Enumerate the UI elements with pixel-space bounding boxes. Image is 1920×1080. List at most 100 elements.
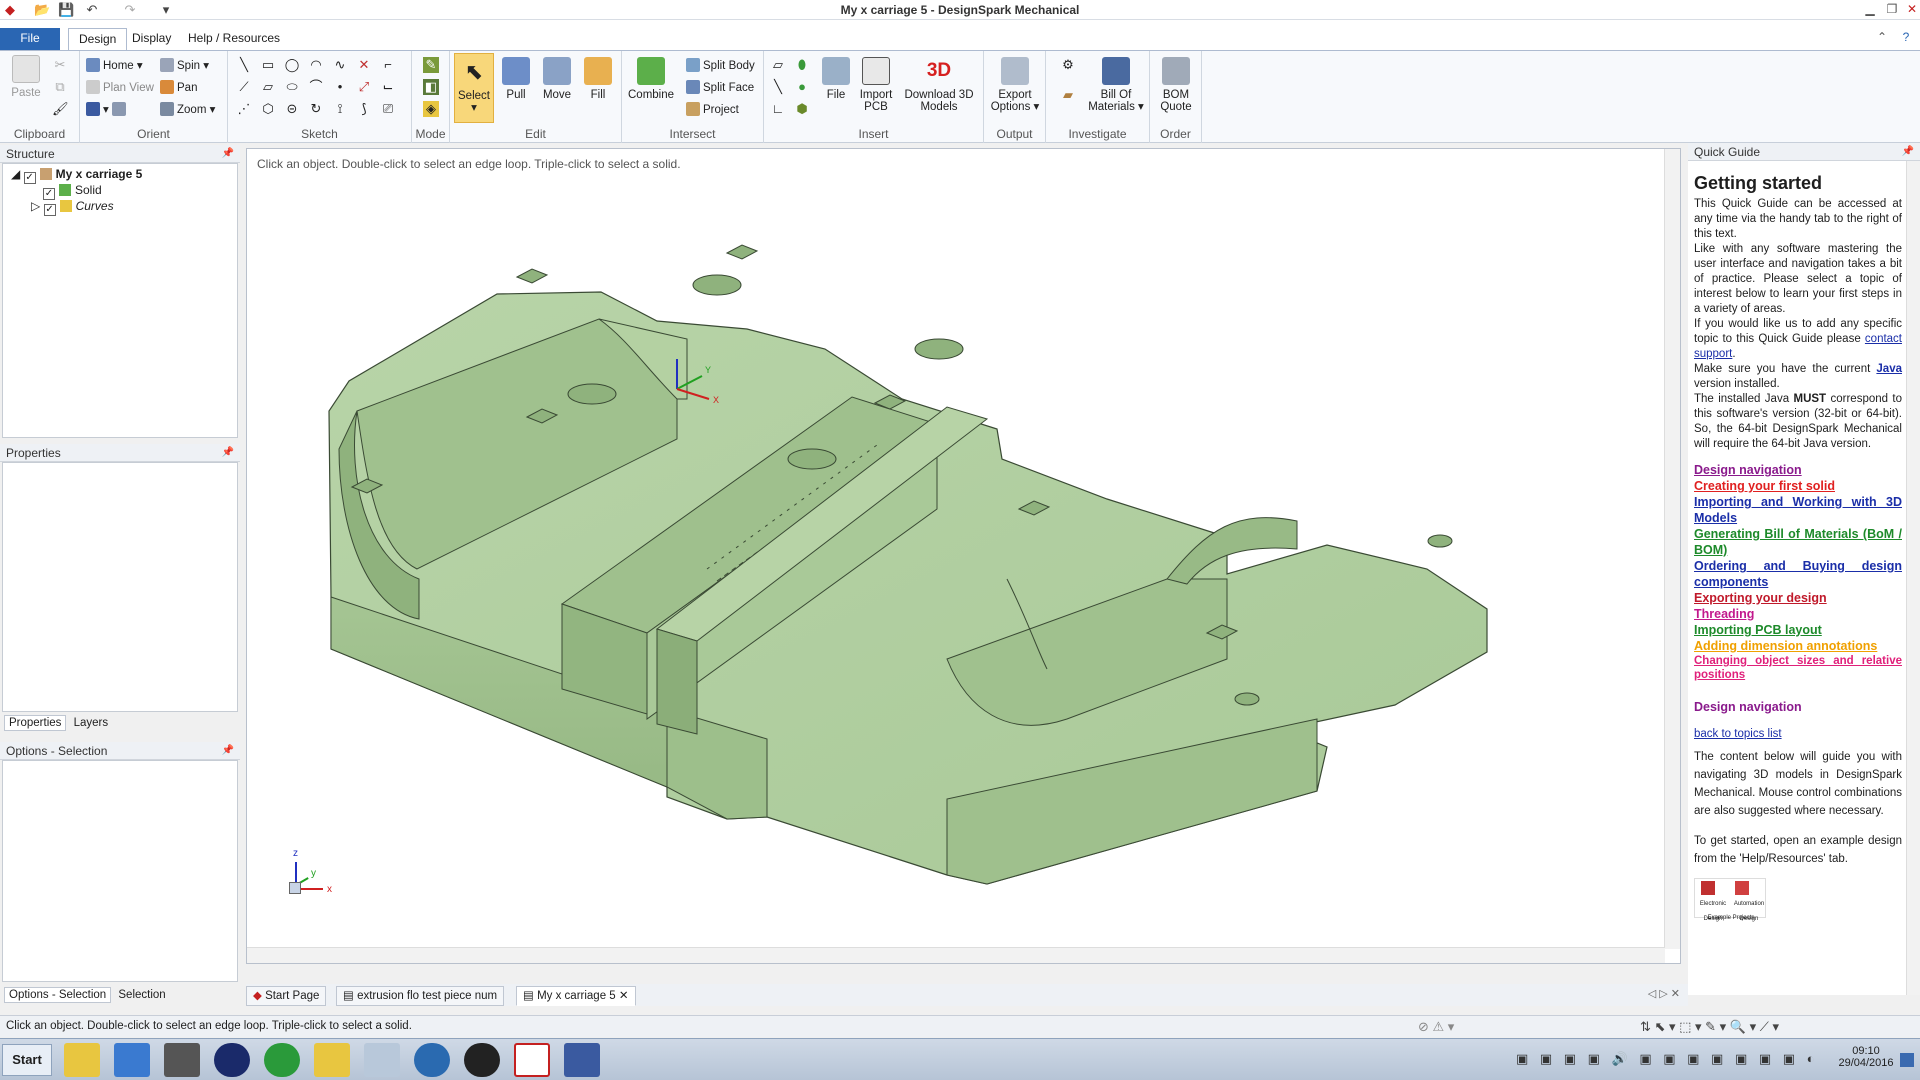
- topic-link[interactable]: Adding dimension annotations: [1694, 638, 1902, 654]
- plan-view-button[interactable]: Plan View: [86, 79, 154, 97]
- three-point-arc-icon[interactable]: ⌒: [308, 79, 324, 95]
- topic-link[interactable]: Creating your first solid: [1694, 478, 1902, 494]
- section-mode-icon[interactable]: ◧: [423, 79, 439, 95]
- word-taskbar-icon[interactable]: [564, 1043, 600, 1077]
- combine-button[interactable]: Combine: [628, 57, 674, 101]
- bend-icon[interactable]: ⟆: [356, 101, 372, 117]
- topic-link[interactable]: Generating Bill of Materials (BoM / BOM): [1694, 526, 1902, 558]
- pin-icon[interactable]: 📌: [222, 742, 234, 760]
- insert-file-button[interactable]: File: [818, 57, 854, 101]
- start-button[interactable]: Start: [2, 1044, 52, 1076]
- doc-tab-my-x-carriage[interactable]: ▤ My x carriage 5 ✕: [516, 986, 636, 1006]
- tab-properties[interactable]: Properties: [4, 715, 67, 731]
- shell-icon[interactable]: ⬢: [794, 101, 810, 117]
- tree-root[interactable]: ◢ ✓ My x carriage 5: [11, 166, 142, 184]
- topic-link[interactable]: Threading: [1694, 606, 1902, 622]
- quick-guide-scrollbar[interactable]: [1906, 161, 1920, 995]
- tab-selection[interactable]: Selection: [114, 988, 169, 1002]
- tree-item-curves[interactable]: ▷ ✓ Curves: [31, 198, 114, 216]
- tree-item-solid[interactable]: ✓ Solid: [43, 182, 102, 200]
- topic-link[interactable]: Ordering and Buying design components: [1694, 558, 1902, 590]
- import-pcb-button[interactable]: Import PCB: [856, 57, 896, 113]
- pin-icon[interactable]: 📌: [222, 145, 234, 163]
- doc-tab-extrusion[interactable]: ▤ extrusion flo test piece num: [336, 986, 505, 1006]
- extend-icon[interactable]: ⤢: [356, 79, 372, 95]
- pin-icon[interactable]: 📌: [222, 444, 234, 462]
- topic-link[interactable]: Design navigation: [1694, 462, 1902, 478]
- zoom-button[interactable]: Zoom ▾: [160, 101, 215, 119]
- cut-icon[interactable]: ✂: [52, 57, 68, 73]
- help-icon[interactable]: ?: [1894, 28, 1918, 46]
- format-painter-icon[interactable]: 🖌: [52, 101, 69, 117]
- measure-icon[interactable]: ⚙: [1056, 57, 1080, 73]
- status-icons-left[interactable]: ⊘ ⚠ ▾: [1418, 1019, 1454, 1035]
- close-tab-icon[interactable]: ✕: [619, 990, 629, 1002]
- copy-icon[interactable]: ⧉: [52, 79, 68, 95]
- ie-taskbar-icon[interactable]: [114, 1043, 150, 1077]
- pull-button[interactable]: Pull: [498, 57, 534, 101]
- sketch-mode-icon[interactable]: ✎: [423, 57, 439, 73]
- tab-help-resources[interactable]: Help / Resources: [178, 28, 290, 50]
- project-button[interactable]: Project: [686, 101, 739, 119]
- bom-quote-button[interactable]: BOM Quote: [1154, 57, 1198, 113]
- home-button[interactable]: Home ▾: [86, 57, 143, 75]
- topic-link[interactable]: Importing and Working with 3D Models: [1694, 494, 1902, 526]
- viewport-vscrollbar[interactable]: [1664, 149, 1680, 949]
- minimize-button[interactable]: ▁: [1858, 0, 1882, 18]
- three-point-rect-icon[interactable]: ▱: [260, 79, 276, 95]
- back-to-topics-link[interactable]: back to topics list: [1694, 728, 1782, 740]
- example-projects-thumb[interactable]: Electronic Design Automation Design Exam…: [1694, 878, 1766, 922]
- download-3d-models-button[interactable]: 3D Download 3D Models: [898, 57, 980, 113]
- collapse-ribbon-icon[interactable]: ⌃: [1870, 28, 1894, 46]
- carriage-model[interactable]: Y X: [247, 149, 1661, 949]
- line-icon[interactable]: ╲: [236, 57, 252, 73]
- move-button[interactable]: Move: [538, 57, 576, 101]
- viewport-hscrollbar[interactable]: [247, 947, 1665, 963]
- tab-nav-icons[interactable]: ◁ ▷ ✕: [1648, 987, 1680, 1000]
- slot-icon[interactable]: ⊝: [284, 101, 300, 117]
- pin-icon[interactable]: 📌: [1902, 143, 1914, 161]
- arc-icon[interactable]: ◠: [308, 57, 324, 73]
- sweep-arc-icon[interactable]: ↻: [308, 101, 324, 117]
- tab-file[interactable]: File: [0, 28, 60, 50]
- fillet-icon[interactable]: ⌐: [380, 57, 396, 73]
- fill-button[interactable]: Fill: [580, 57, 616, 101]
- trim-icon[interactable]: ✕: [356, 57, 372, 73]
- tab-design[interactable]: Design: [68, 28, 128, 50]
- doc-tab-start-page[interactable]: ◆ Start Page: [246, 986, 327, 1006]
- calculator-taskbar-icon[interactable]: [364, 1043, 400, 1077]
- 3d-mode-icon[interactable]: ◈: [423, 101, 439, 117]
- show-desktop-icon[interactable]: [1900, 1053, 1914, 1067]
- java-link[interactable]: Java: [1876, 363, 1902, 375]
- rectangle-icon[interactable]: ▭: [260, 57, 276, 73]
- explorer-taskbar-icon[interactable]: [64, 1043, 100, 1077]
- tangent-line-icon[interactable]: ⟋: [236, 79, 252, 95]
- topic-link[interactable]: Importing PCB layout: [1694, 622, 1902, 638]
- split-body-button[interactable]: Split Body: [686, 57, 755, 75]
- view-cube-button[interactable]: ▾: [86, 101, 129, 119]
- topic-link[interactable]: Changing object sizes and relative posit…: [1694, 654, 1902, 682]
- close-button[interactable]: ✕: [1900, 0, 1920, 18]
- tab-options-selection[interactable]: Options - Selection: [4, 987, 112, 1003]
- select-button[interactable]: ⬉ Select ▾: [454, 53, 494, 123]
- keepass-taskbar-icon[interactable]: [214, 1043, 250, 1077]
- tab-layers[interactable]: Layers: [70, 716, 113, 730]
- plane-icon[interactable]: ▱: [770, 57, 786, 73]
- split-face-button[interactable]: Split Face: [686, 79, 754, 97]
- visibility-checkbox[interactable]: ✓: [43, 204, 56, 216]
- app-green-taskbar-icon[interactable]: [264, 1043, 300, 1077]
- expand-icon[interactable]: ▷: [31, 199, 40, 213]
- point-icon[interactable]: •: [332, 79, 348, 95]
- tab-display[interactable]: Display: [122, 28, 181, 50]
- tool-taskbar-icon[interactable]: [314, 1043, 350, 1077]
- construction-line-icon[interactable]: ⋰: [236, 101, 252, 117]
- spin-button[interactable]: Spin ▾: [160, 57, 209, 75]
- collapse-icon[interactable]: ◢: [11, 167, 20, 181]
- status-selection-tools[interactable]: ⇅ ⬉ ▾ ⬚ ▾ ✎ ▾ 🔍 ▾ ⟋ ▾: [1640, 1019, 1779, 1035]
- origin-icon[interactable]: ∟: [770, 101, 786, 117]
- gimp-taskbar-icon[interactable]: [164, 1043, 200, 1077]
- corner-icon[interactable]: ⌙: [380, 79, 396, 95]
- sphere-icon[interactable]: ●: [794, 79, 810, 95]
- pan-button[interactable]: Pan: [160, 79, 197, 97]
- project-sketch-icon[interactable]: ⎚: [380, 101, 396, 117]
